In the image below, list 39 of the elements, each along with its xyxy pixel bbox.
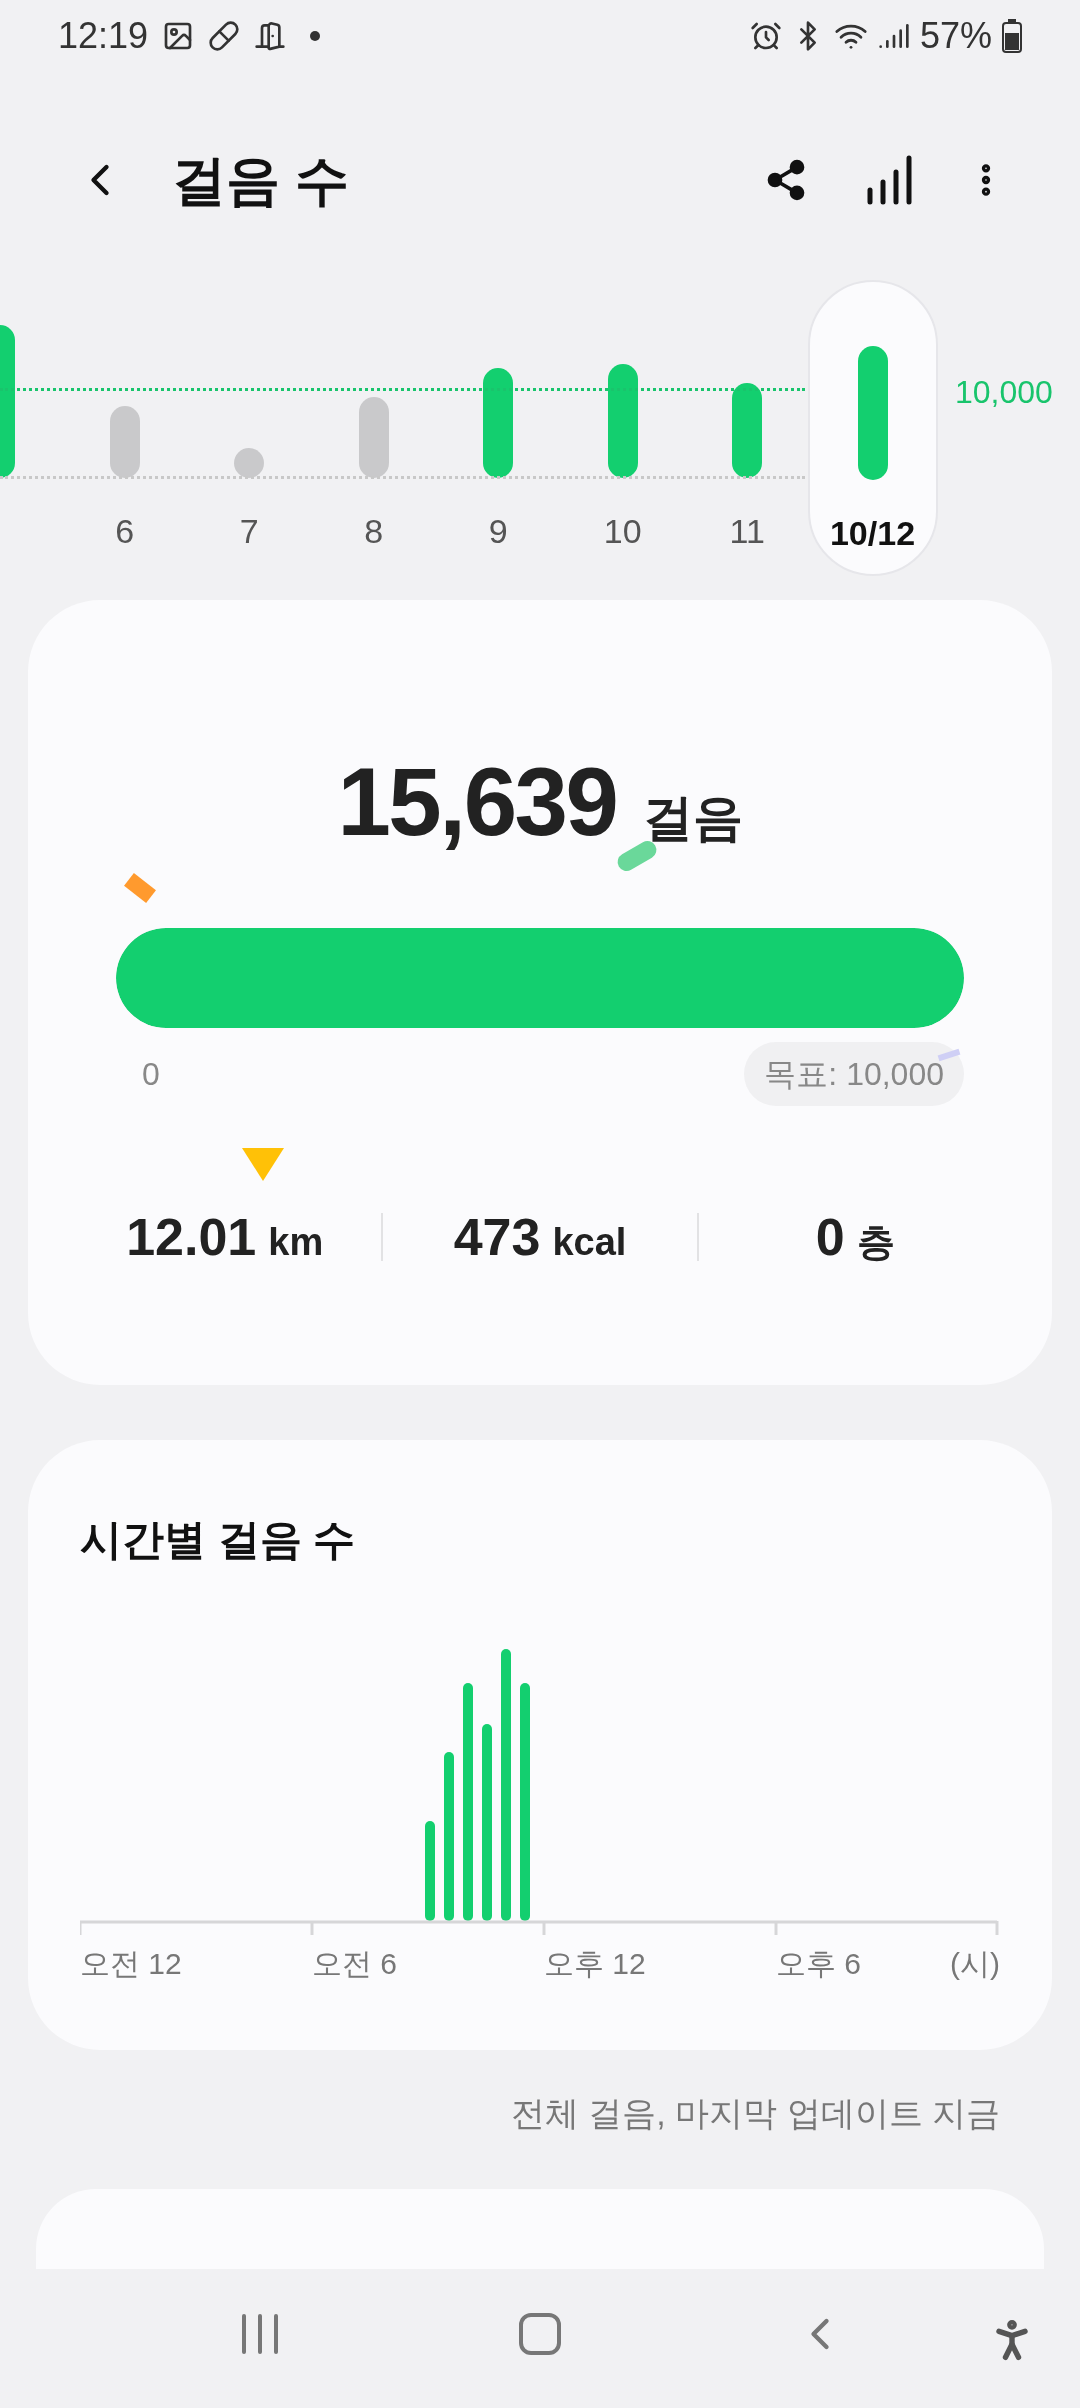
- day-column[interactable]: 10: [560, 280, 685, 576]
- goal-line-label: 10,000: [955, 373, 1053, 412]
- stat-unit: km: [268, 1220, 324, 1265]
- axis-label: 오전 12: [80, 1946, 182, 1982]
- day-label[interactable]: 6: [115, 506, 135, 557]
- day-label[interactable]: 10: [603, 506, 642, 557]
- goal-label: 목표: 10,000: [744, 1042, 964, 1106]
- stat-value: 473: [453, 1207, 541, 1268]
- axis-label: 오전 6: [312, 1946, 398, 1982]
- stat-unit: 층: [856, 1220, 895, 1265]
- day-column[interactable]: 9: [436, 280, 561, 576]
- day-column[interactable]: 8: [311, 280, 436, 576]
- axis-label: 오후 12: [544, 1946, 646, 1982]
- day-label[interactable]: 8: [364, 506, 384, 557]
- stat-value: 0: [815, 1207, 845, 1268]
- day-label[interactable]: 9: [488, 506, 508, 557]
- day-label: 10/12: [829, 513, 916, 554]
- status-time: 12:19: [58, 14, 149, 58]
- day-column[interactable]: 7: [187, 280, 312, 576]
- day-column[interactable]: 6: [62, 280, 187, 576]
- day-column[interactable]: 11: [685, 280, 810, 576]
- battery-percent: 57%: [919, 14, 992, 58]
- step-count: 15,639: [337, 747, 617, 857]
- progress-start-label: 0: [142, 1055, 160, 1094]
- page-title: 걸음 수: [172, 148, 349, 212]
- stat-unit: kcal: [552, 1220, 627, 1265]
- stat-value: 12.01: [126, 1207, 257, 1268]
- day-label[interactable]: 11: [729, 506, 765, 557]
- alarm-icon: [749, 20, 782, 52]
- section-title: 시간별 걸음 수: [80, 1515, 357, 1565]
- step-unit: 걸음: [642, 789, 743, 848]
- day-label[interactable]: 7: [239, 506, 259, 557]
- axis-label: 오후 6: [776, 1946, 862, 1982]
- axis-label: (시): [950, 1946, 1000, 1982]
- door-icon: [254, 20, 287, 52]
- battery-icon: [1002, 19, 1022, 53]
- selected-day-column[interactable]: 10/12: [807, 280, 938, 576]
- pill-icon: [208, 20, 241, 52]
- update-note: 전체 걸음, 마지막 업데이트 지금: [510, 2093, 1000, 2134]
